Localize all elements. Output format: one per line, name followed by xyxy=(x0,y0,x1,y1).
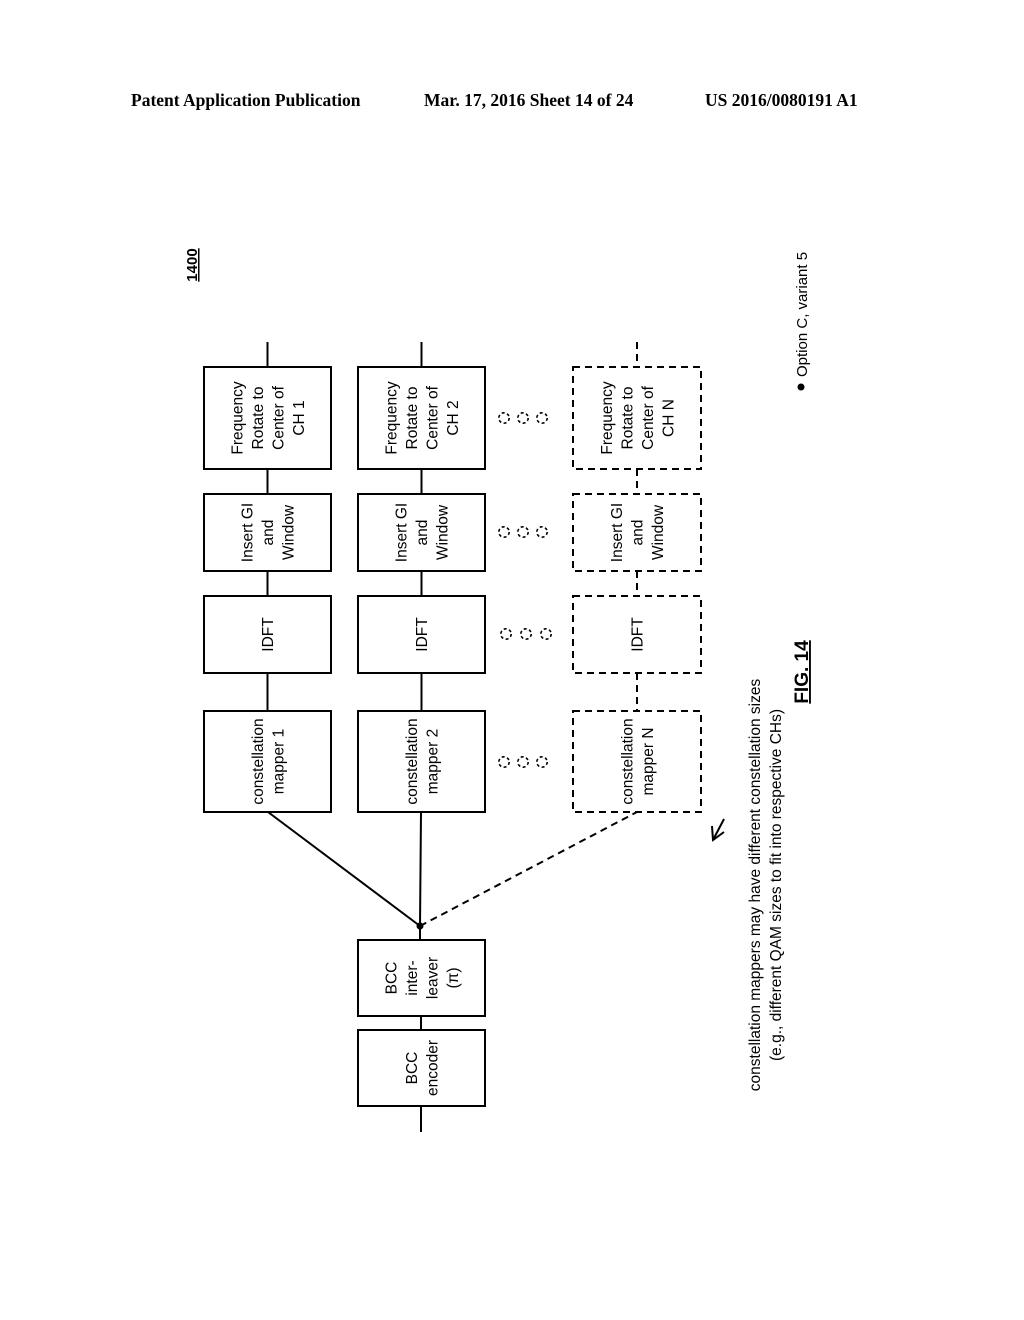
annotation-line-1: constellation mappers may have different… xyxy=(747,679,764,1092)
chN-insert-gi-window-block: Insert GI and Window xyxy=(572,493,702,572)
ch1-insert-gi-window-block-label-line: Window xyxy=(281,504,298,560)
junction-dot xyxy=(416,922,424,930)
annotation-arrow-icon xyxy=(711,818,725,842)
ellipsis-dot xyxy=(497,755,510,768)
ellipsis-dot xyxy=(497,525,510,538)
ch1-insert-gi-window-block-label-line: Insert GI xyxy=(240,503,257,562)
ch2-idft-block-label-line: IDFT xyxy=(414,617,431,652)
ch2-frequency-rotate-block-label-line: Rotate to xyxy=(404,387,421,450)
bcc-interleaver-block-label-line: inter- xyxy=(404,960,421,995)
ellipsis-icon xyxy=(497,755,548,768)
ellipsis-dot xyxy=(499,627,512,640)
annotation-line-2: (e.g., different QAM sizes to fit into r… xyxy=(768,709,785,1061)
ch1-frequency-rotate-block-label-line: Frequency xyxy=(229,381,246,454)
bcc-encoder-block-label-line: BCC xyxy=(404,1052,421,1085)
ellipsis-dot xyxy=(516,755,529,768)
chN-frequency-rotate-block-label-line: Frequency xyxy=(599,381,616,454)
chN-insert-gi-window-block-label-line: Window xyxy=(650,504,667,560)
bullet-icon xyxy=(797,383,805,391)
ch1-frequency-rotate-block-label-line: Rotate to xyxy=(250,387,267,450)
bcc-encoder-block-outline xyxy=(357,1029,486,1107)
junction-to-mapper2-wire xyxy=(419,811,422,927)
ellipsis-dot xyxy=(516,411,529,424)
block-diagram: 1400 Option C, variant 5 Frequency Rotate… xyxy=(184,248,813,1132)
ch1-frequency-rotate-block: Frequency Rotate to Center of CH 1 xyxy=(203,366,332,470)
chN-constellation-mapper-block-outline xyxy=(572,710,702,813)
ch2-constellation-mapper-block-label-line: mapper 2 xyxy=(424,729,441,794)
bcc-encoder-block: BCC encoder xyxy=(357,1029,486,1107)
chN-frequency-rotate-block-label-line: CH N xyxy=(660,399,677,437)
ch2-insert-gi-window-block-label-line: and xyxy=(414,520,431,546)
annotation: constellation mappers may have different… xyxy=(747,679,785,1092)
bcc-interleaver-block-label-line: BCC xyxy=(383,962,400,995)
chN-frequency-rotate-block-label-line: Rotate to xyxy=(619,387,636,450)
chN-insert-gi-window-block-label-line: Insert GI xyxy=(609,503,626,562)
ch1-constellation-mapper-block-label-line: constellation xyxy=(250,718,267,804)
chN-frequency-rotate-block-label-line: Center of xyxy=(640,385,657,449)
blocks: Frequency Rotate to Center of CH 1Insert GI… xyxy=(203,366,702,1107)
ch2-insert-gi-window-block: Insert GI and Window xyxy=(357,493,486,572)
ellipsis-dot xyxy=(539,627,552,640)
ellipsis-dot xyxy=(535,525,548,538)
ch2-constellation-mapper-block: constellation mapper 2 xyxy=(357,710,486,813)
reference-number: 1400 xyxy=(184,248,201,281)
ellipsis-icon xyxy=(497,411,548,424)
chN-idft-block: IDFT xyxy=(572,595,702,674)
option-note: Option C, variant 5 xyxy=(794,252,811,391)
ch1-frequency-rotate-block-outline xyxy=(203,366,332,470)
ellipsis-dot xyxy=(497,411,510,424)
chN-idft-block-label-line: IDFT xyxy=(630,617,647,652)
ch2-frequency-rotate-block-label-line: CH 2 xyxy=(445,400,462,435)
ch2-constellation-mapper-block-outline xyxy=(357,710,486,813)
chN-constellation-mapper-block-label-line: mapper N xyxy=(640,727,657,795)
chN-insert-gi-window-block-label-line: and xyxy=(630,520,647,546)
ellipsis-dot xyxy=(516,525,529,538)
bcc-interleaver-block-label-line: leaver xyxy=(424,957,441,999)
ch2-idft-block: IDFT xyxy=(357,595,486,674)
bcc-interleaver-block-label-line: (π) xyxy=(445,967,462,988)
chN-frequency-rotate-block: Frequency Rotate to Center of CH N xyxy=(572,366,702,470)
chN-constellation-mapper-block-label-line: constellation xyxy=(619,718,636,804)
ellipsis-dot xyxy=(535,755,548,768)
ch1-frequency-rotate-block-label-line: Center of xyxy=(270,385,287,449)
bcc-interleaver-block-outline xyxy=(357,939,486,1017)
ch1-frequency-rotate-block-label-line: CH 1 xyxy=(291,400,308,435)
ellipsis-dot xyxy=(535,411,548,424)
ch2-constellation-mapper-block-label-line: constellation xyxy=(404,718,421,804)
junction-to-mapperN-wire xyxy=(419,811,638,927)
ch2-insert-gi-window-block-label-line: Window xyxy=(435,504,452,560)
junction-to-mapper1-wire xyxy=(267,811,421,927)
bcc-encoder-block-label-line: encoder xyxy=(424,1040,441,1096)
ch1-idft-block-label-line: IDFT xyxy=(260,617,277,652)
ellipsis-dot xyxy=(519,627,532,640)
reference-number-text: 1400 xyxy=(184,248,201,281)
figure-caption: FIG. 14 xyxy=(792,640,813,704)
ellipsis-icon xyxy=(497,525,548,538)
ch2-frequency-rotate-block: Frequency Rotate to Center of CH 2 xyxy=(357,366,486,470)
ch2-frequency-rotate-block-outline xyxy=(357,366,486,470)
option-note-text: Option C, variant 5 xyxy=(794,252,811,377)
ch1-idft-block: IDFT xyxy=(203,595,332,674)
ellipsis-groups xyxy=(497,411,552,768)
ch2-insert-gi-window-block-label-line: Insert GI xyxy=(394,503,411,562)
ch2-frequency-rotate-block-label-line: Center of xyxy=(424,385,441,449)
figure-caption-text: FIG. 14 xyxy=(792,640,813,704)
ch1-insert-gi-window-block: Insert GI and Window xyxy=(203,493,332,572)
bcc-interleaver-block: BCC inter-leaver (π) xyxy=(357,939,486,1017)
chN-frequency-rotate-block-outline xyxy=(572,366,702,470)
ch2-frequency-rotate-block-label-line: Frequency xyxy=(383,381,400,454)
ch1-insert-gi-window-block-label-line: and xyxy=(260,520,277,546)
ch1-constellation-mapper-block-outline xyxy=(203,710,332,813)
ellipsis-icon xyxy=(499,627,552,640)
ch1-constellation-mapper-block-label-line: mapper 1 xyxy=(270,729,287,794)
ch1-constellation-mapper-block: constellation mapper 1 xyxy=(203,710,332,813)
chN-constellation-mapper-block: constellation mapper N xyxy=(572,710,702,813)
